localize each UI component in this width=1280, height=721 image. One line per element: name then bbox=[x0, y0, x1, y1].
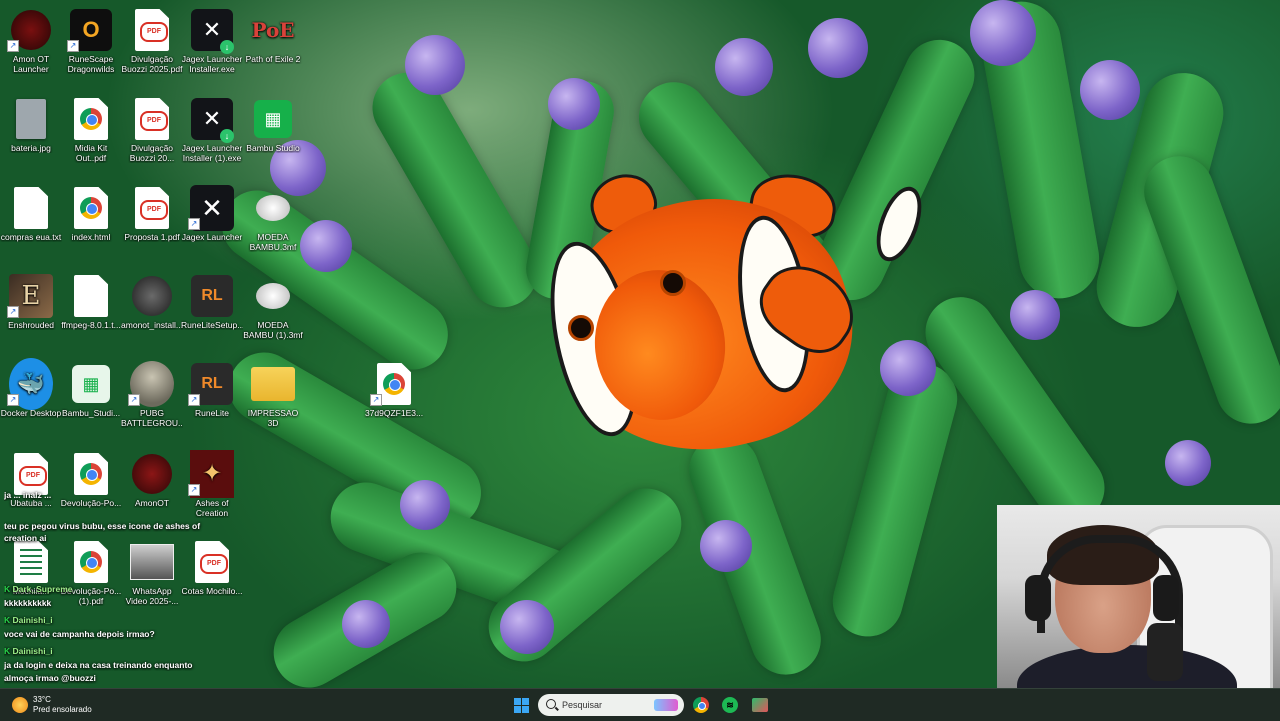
sun-icon bbox=[12, 697, 28, 713]
folder-icon bbox=[251, 362, 295, 406]
desktop-icon-bateria-jpg[interactable]: bateria.jpg bbox=[0, 97, 62, 153]
desktop-icon-37d9qzf1e3[interactable]: ↗ 37d9QZF1E3... bbox=[363, 362, 425, 418]
desktop-icon-bambu-studio[interactable]: ▦ Bambu Studio bbox=[242, 97, 304, 153]
desktop-icon-moeda-bambu[interactable]: MOEDA BAMBU.3mf bbox=[242, 186, 304, 252]
chat-message: teu pc pegou virus bubu, esse icone de a… bbox=[4, 521, 201, 531]
desktop-icon-pubg[interactable]: ↗ PUBG BATTLEGROU... bbox=[121, 361, 183, 428]
chat-username: Dark_Supreme bbox=[4, 584, 236, 595]
pdf-file-icon: PDF bbox=[130, 186, 174, 230]
file-icon bbox=[69, 274, 113, 318]
desktop-icon-amon-ot-launcher[interactable]: ↗ Amon OT Launcher bbox=[0, 8, 62, 74]
desktop-icon-proposta-1[interactable]: PDF Proposta 1.pdf bbox=[121, 186, 183, 242]
search-box[interactable]: Pesquisar bbox=[538, 694, 684, 716]
chrome-html-icon: ↗ bbox=[370, 362, 416, 406]
chat-message: creation ai bbox=[4, 533, 47, 543]
pubg-icon: ↗ bbox=[128, 361, 174, 407]
amon-ot-icon: ↗ bbox=[7, 8, 53, 52]
desktop-icon-compras-eua[interactable]: compras eua.txt bbox=[0, 186, 62, 242]
desktop-icon-runelite-setup[interactable]: RL RuneLiteSetup... bbox=[181, 274, 243, 330]
search-highlight-icon bbox=[654, 699, 678, 711]
chrome-pdf-icon bbox=[69, 97, 113, 141]
chat-username: Dainishi_i bbox=[4, 646, 236, 657]
windows-icon bbox=[513, 697, 529, 713]
desktop-icon-amonot-installer[interactable]: amonot_install... bbox=[121, 274, 183, 330]
chat-message: kkkkkkkkkk bbox=[4, 598, 52, 608]
docker-icon: 🐳 ↗ bbox=[7, 358, 53, 410]
start-button[interactable] bbox=[509, 693, 533, 717]
desktop-icon-runelite[interactable]: RL ↗ RuneLite bbox=[181, 362, 243, 418]
3mf-file-icon bbox=[251, 186, 295, 230]
enshrouded-icon: E ↗ bbox=[7, 274, 53, 318]
webcam-overlay bbox=[997, 505, 1280, 688]
desktop-icon-bambu-studio-installer[interactable]: ▦ Bambu_Studi... bbox=[60, 362, 122, 418]
chrome-icon bbox=[693, 697, 709, 713]
chat-message: almoça irmao @buozzi bbox=[4, 673, 96, 683]
runelite-icon: RL bbox=[190, 274, 234, 318]
chat-message: ja ... inalz ... bbox=[4, 490, 52, 500]
chat-message: ja da login e deixa na casa treinando en… bbox=[4, 660, 193, 670]
taskbar: 33°C Pred ensolarado Pesquisar ≋ bbox=[0, 688, 1280, 721]
desktop-icon-jagex-installer-1[interactable]: ✕ ↓ Jagex Launcher Installer (1).exe bbox=[181, 97, 243, 163]
search-placeholder: Pesquisar bbox=[562, 700, 603, 710]
search-icon bbox=[546, 699, 556, 709]
text-file-icon bbox=[9, 186, 53, 230]
image-file-icon bbox=[9, 97, 53, 141]
chat-username: Dainishi_i bbox=[4, 615, 236, 626]
jagex-launcher-icon: ✕ ↓ bbox=[190, 8, 234, 54]
taskbar-chrome[interactable] bbox=[689, 693, 713, 717]
runelite-icon: RL ↗ bbox=[188, 362, 234, 406]
taskbar-spotify[interactable]: ≋ bbox=[718, 693, 742, 717]
pdf-file-icon: PDF bbox=[130, 8, 174, 52]
amon-ot-icon bbox=[130, 274, 174, 318]
chat-message: voce vai de campanha depois irmao? bbox=[4, 629, 155, 639]
desktop-icon-divulgacao-buozzi[interactable]: PDF Divulgação Buozzi 2025.pdf bbox=[121, 8, 183, 74]
stream-chat-overlay: ja ... inalz ... teu pc pegou virus bubu… bbox=[0, 484, 240, 688]
desktop-icon-path-of-exile-2[interactable]: PoE Path of Exile 2 bbox=[242, 8, 304, 64]
desktop-icon-moeda-bambu-1[interactable]: MOEDA BAMBU (1).3mf bbox=[242, 274, 304, 340]
spotify-icon: ≋ bbox=[722, 697, 738, 713]
desktop-icon-divulgacao-buozzi-20[interactable]: PDF Divulgação Buozzi 20... bbox=[121, 97, 183, 163]
desktop-icon-runescape-dragonwilds[interactable]: O ↗ RuneScape Dragonwilds bbox=[60, 8, 122, 74]
chrome-html-icon bbox=[69, 186, 113, 230]
jagex-launcher-icon: ✕ ↗ bbox=[188, 185, 234, 231]
weather-temp: 33°C bbox=[33, 695, 51, 704]
desktop-icon-ffmpeg[interactable]: ffmpeg-8.0.1.t... bbox=[60, 274, 122, 330]
desktop-icon-jagex-installer[interactable]: ✕ ↓ Jagex Launcher Installer.exe bbox=[181, 8, 243, 74]
jagex-launcher-icon: ✕ ↓ bbox=[190, 97, 234, 143]
app-icon bbox=[752, 698, 768, 712]
desktop-icon-index-html[interactable]: index.html bbox=[60, 186, 122, 242]
desktop-icon-enshrouded[interactable]: E ↗ Enshrouded bbox=[0, 274, 62, 330]
microphone-icon bbox=[1147, 623, 1183, 681]
desktop-icon-jagex-launcher[interactable]: ✕ ↗ Jagex Launcher bbox=[181, 185, 243, 242]
runescape-icon: O ↗ bbox=[67, 8, 113, 52]
bambu-installer-icon: ▦ bbox=[69, 362, 113, 406]
path-of-exile-icon: PoE bbox=[251, 18, 295, 42]
taskbar-app[interactable] bbox=[748, 693, 772, 717]
bambu-studio-icon: ▦ bbox=[251, 97, 295, 141]
pdf-file-icon: PDF bbox=[130, 97, 174, 141]
desktop-icon-docker-desktop[interactable]: 🐳 ↗ Docker Desktop bbox=[0, 358, 62, 418]
desktop-icon-midia-kit[interactable]: Midia Kit Out..pdf bbox=[60, 97, 122, 163]
desktop-icon-impressao-3d[interactable]: IMPRESSAO 3D bbox=[242, 362, 304, 428]
weather-desc: Pred ensolarado bbox=[33, 705, 92, 714]
3mf-file-icon bbox=[251, 274, 295, 318]
